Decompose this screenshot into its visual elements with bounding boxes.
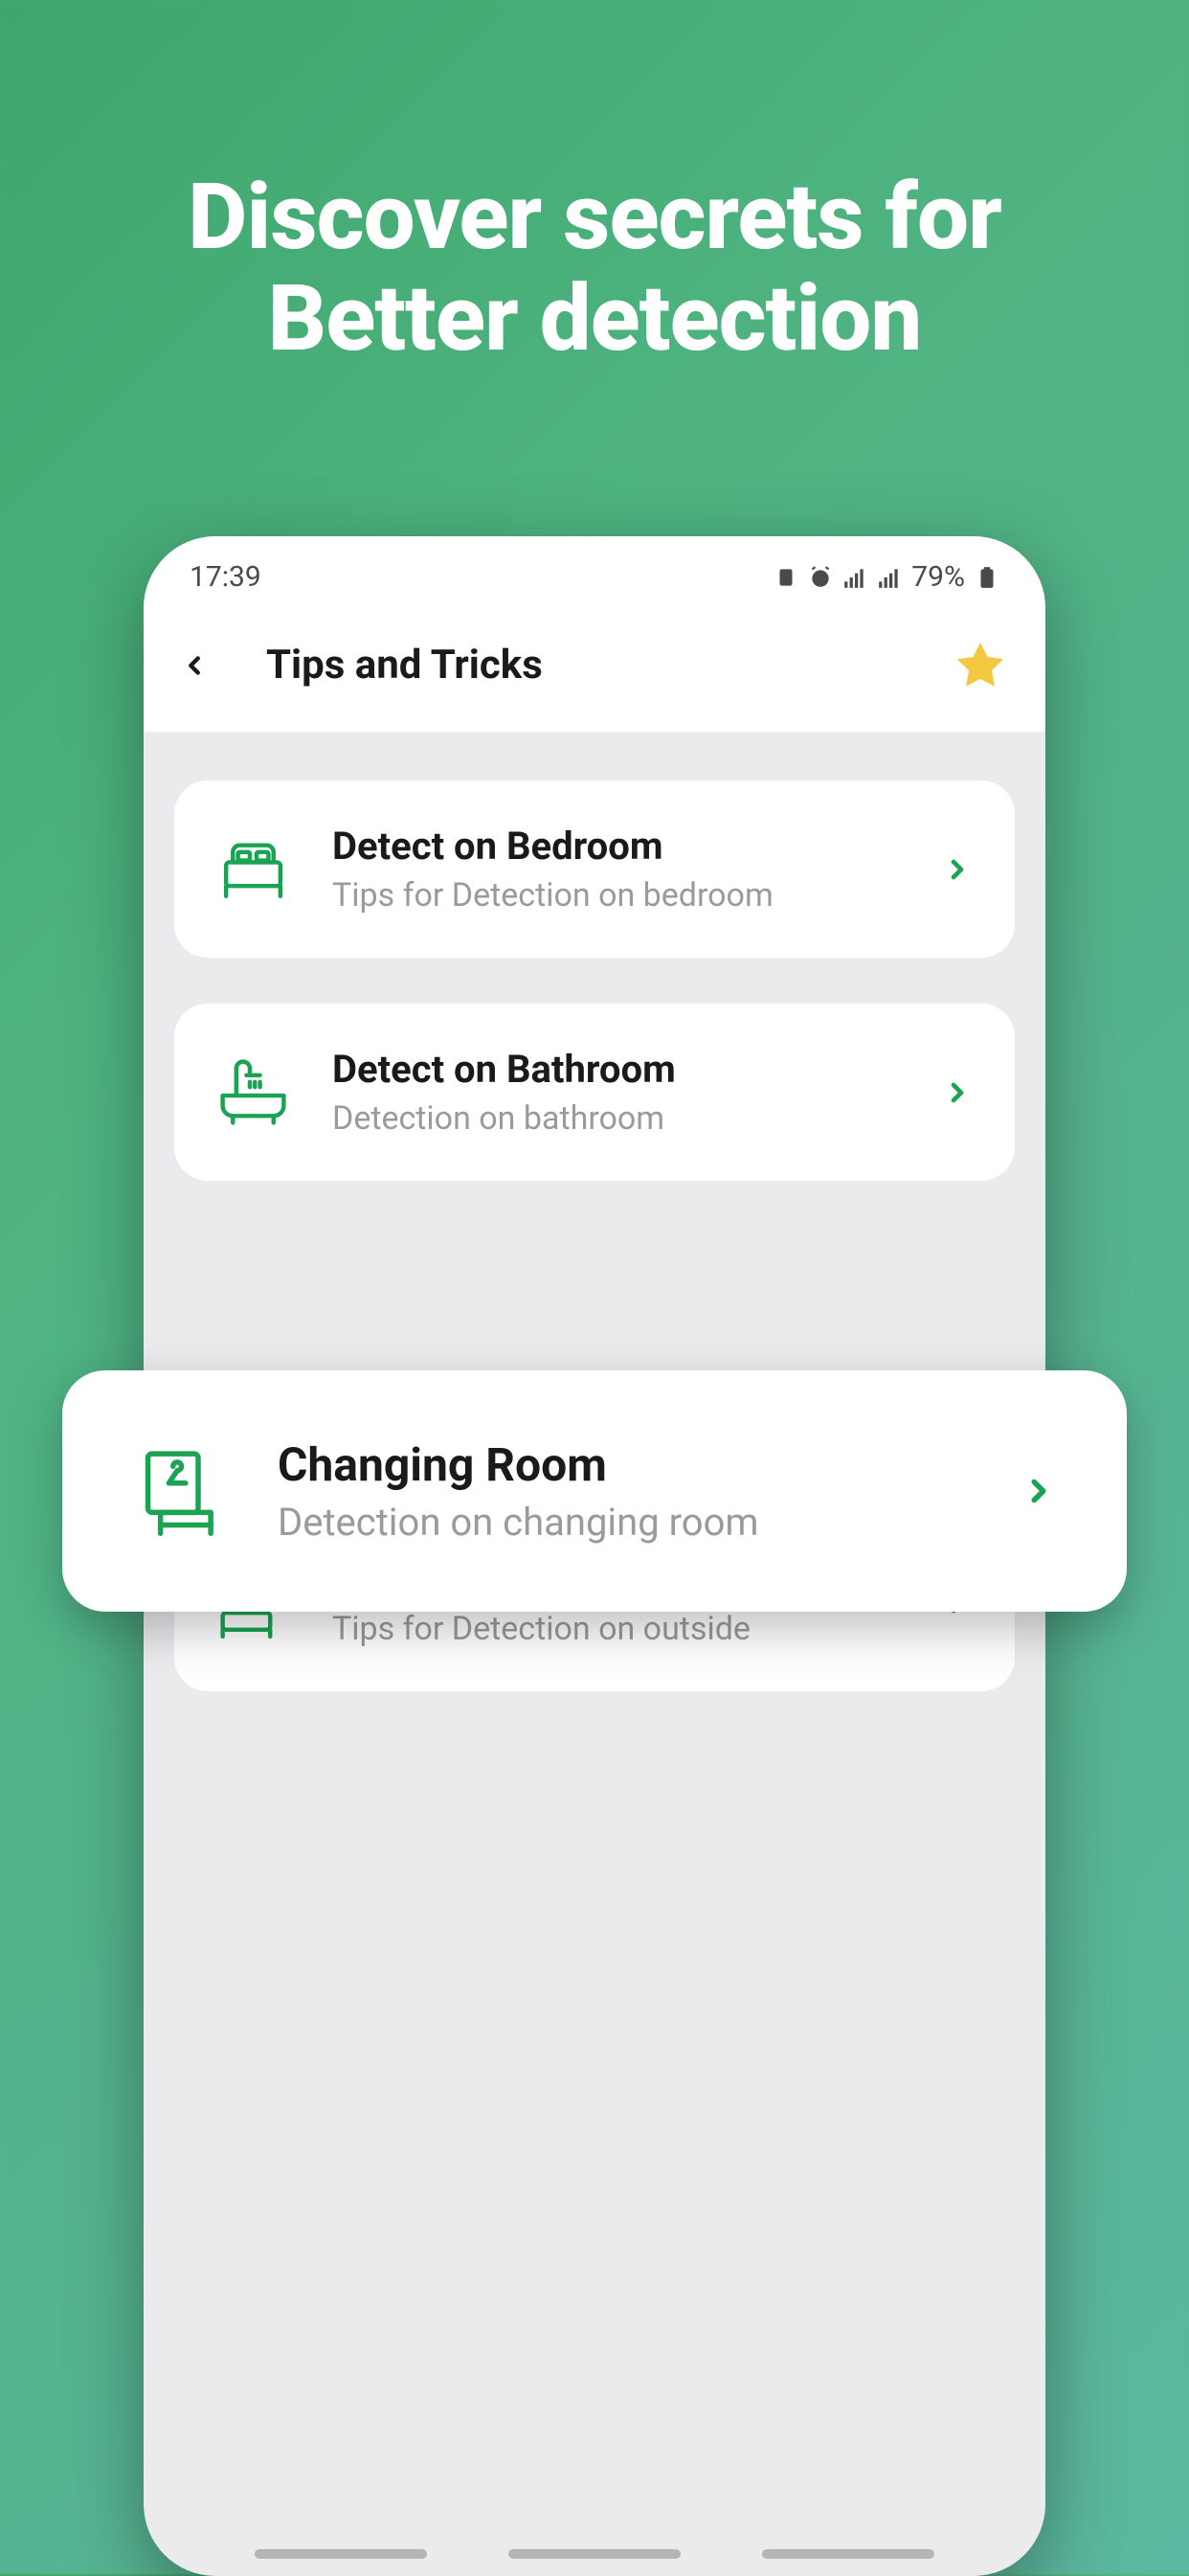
tip-card-bedroom[interactable]: Detect on Bedroom Tips for Detection on … — [174, 780, 1015, 958]
bed-icon — [213, 828, 294, 910]
signal-icon-2 — [877, 565, 902, 590]
card-title: Detect on Bedroom — [332, 824, 900, 869]
bathtub-icon — [213, 1051, 294, 1133]
favorite-button[interactable] — [952, 638, 1009, 693]
changing-room-icon — [131, 1441, 232, 1542]
notification-icon — [774, 565, 798, 590]
back-button[interactable] — [180, 645, 237, 686]
chevron-right-icon — [1020, 1467, 1058, 1515]
battery-text: 79% — [911, 560, 965, 594]
chevron-right-icon — [938, 849, 976, 890]
tip-card-changing-room[interactable]: Changing Room Detection on changing room — [62, 1370, 1127, 1612]
nav-bar — [144, 2549, 1045, 2559]
card-text: Detect on Bathroom Detection on bathroom — [332, 1047, 900, 1138]
status-time: 17:39 — [190, 560, 261, 594]
card-subtitle: Detection on bathroom — [332, 1099, 900, 1138]
tip-card-bathroom[interactable]: Detect on Bathroom Detection on bathroom — [174, 1004, 1015, 1181]
card-subtitle: Tips for Detection on outside — [332, 1610, 900, 1648]
header-title: Tips and Tricks — [266, 642, 952, 689]
battery-icon — [975, 565, 999, 590]
status-bar: 17:39 79% — [144, 536, 1045, 599]
status-indicators: 79% — [774, 560, 999, 594]
chevron-right-icon — [938, 1073, 976, 1113]
nav-pill[interactable] — [762, 2549, 934, 2559]
signal-icon — [842, 565, 867, 590]
chevron-left-icon — [180, 645, 209, 686]
promo-headline: Discover secrets for Better detection — [0, 0, 1189, 370]
card-text: Detect on Bedroom Tips for Detection on … — [332, 824, 900, 915]
card-text: Changing Room Detection on changing room — [278, 1437, 974, 1545]
card-title: Detect on Bathroom — [332, 1047, 900, 1092]
card-title: Changing Room — [278, 1437, 974, 1492]
card-subtitle: Detection on changing room — [278, 1500, 974, 1545]
nav-pill[interactable] — [508, 2549, 681, 2559]
nav-pill[interactable] — [255, 2549, 427, 2559]
alarm-icon — [808, 565, 833, 590]
star-icon — [953, 638, 1008, 693]
content-area: Detect on Bedroom Tips for Detection on … — [144, 733, 1045, 1785]
app-header: Tips and Tricks — [144, 599, 1045, 733]
card-subtitle: Tips for Detection on bedroom — [332, 876, 900, 915]
